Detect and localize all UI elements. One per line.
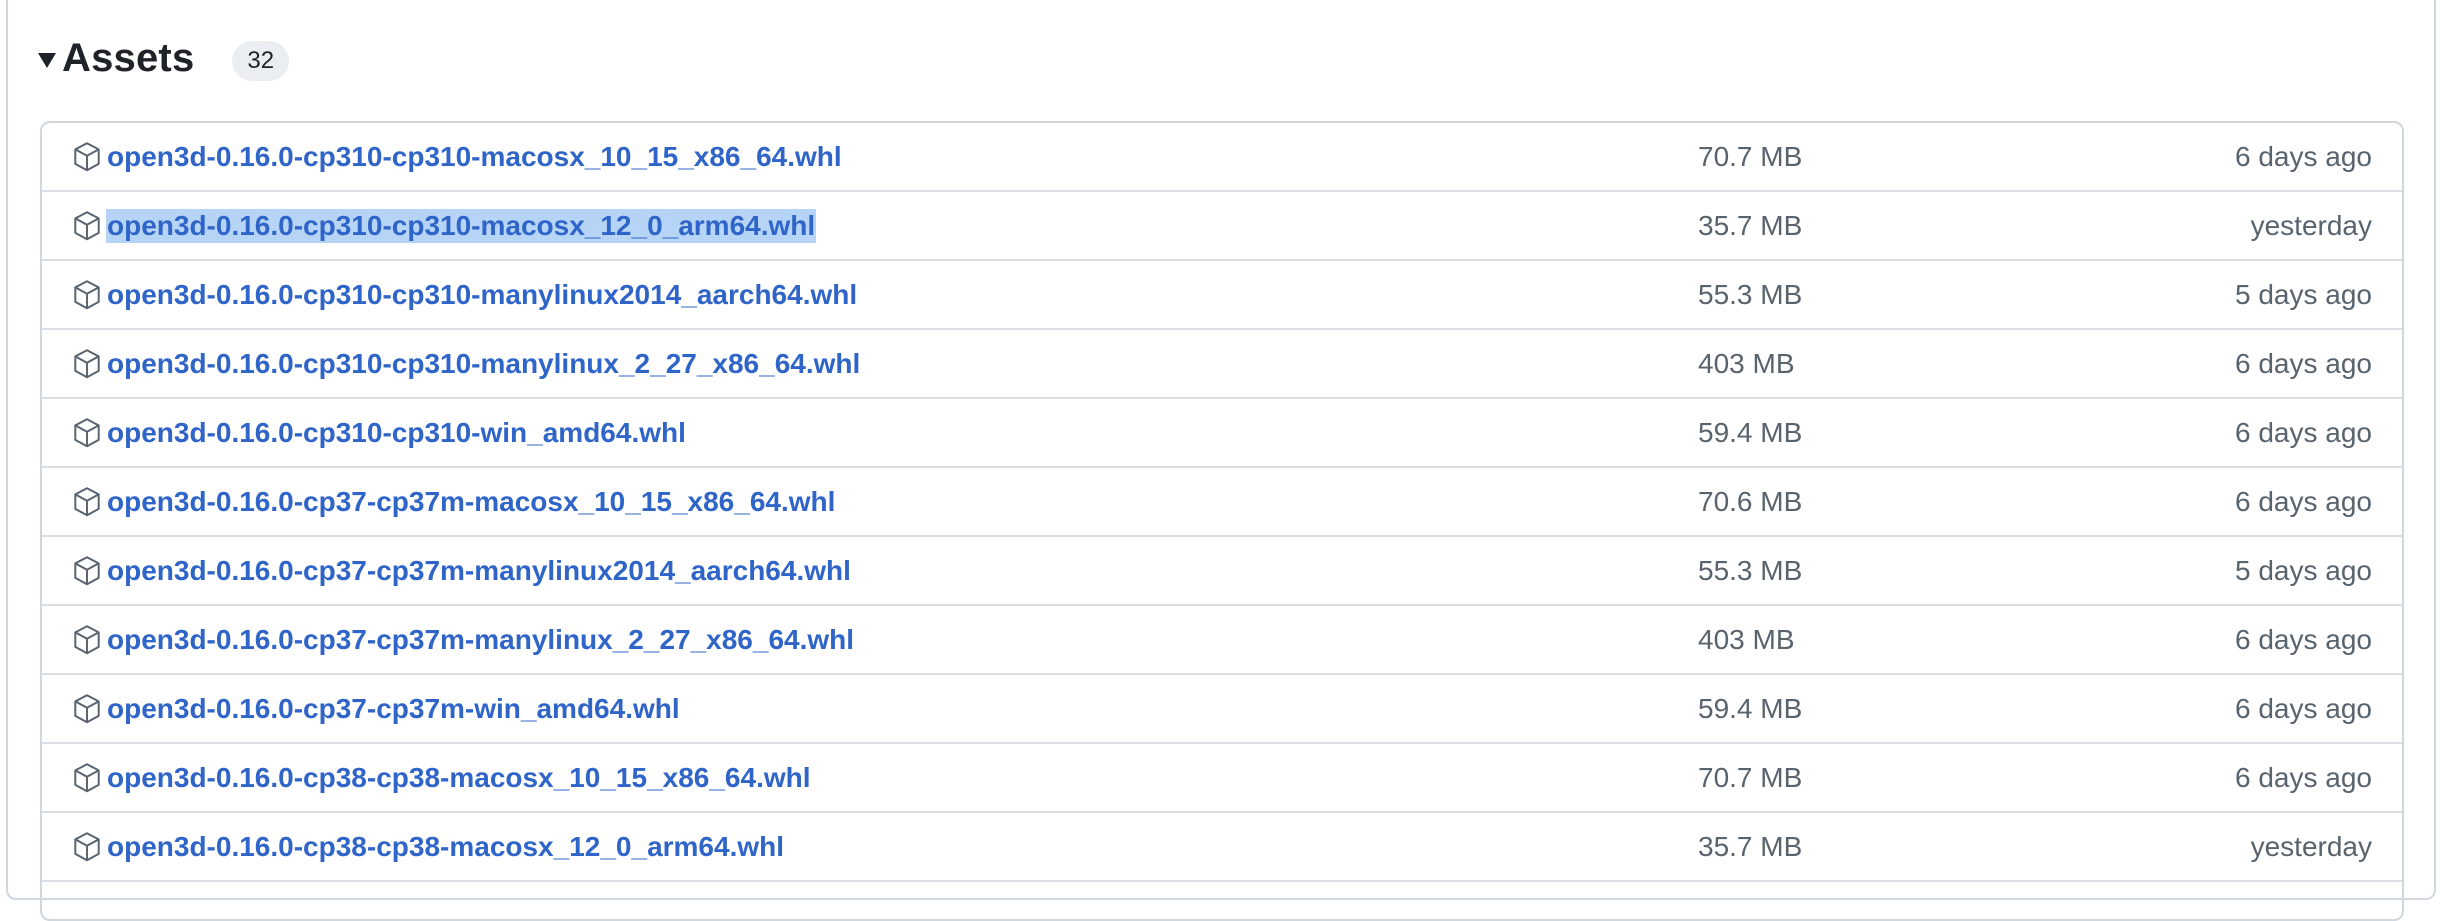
asset-row: open3d-0.16.0-cp310-cp310-macosx_10_15_x… <box>42 123 2402 192</box>
asset-size: 70.6 MB <box>1698 485 1803 517</box>
package-icon <box>72 693 102 725</box>
asset-link[interactable]: open3d-0.16.0-cp310-cp310-macosx_10_15_x… <box>106 140 843 174</box>
asset-row: open3d-0.16.0-cp37-cp37m-manylinux2014_a… <box>42 537 2402 606</box>
asset-row: open3d-0.16.0-cp310-cp310-manylinux_2_27… <box>42 330 2402 399</box>
assets-count-badge: 32 <box>232 41 290 81</box>
package-icon <box>72 210 102 242</box>
asset-size: 35.7 MB <box>1698 830 1803 862</box>
asset-row: open3d-0.16.0-cp38-cp38-macosx_10_15_x86… <box>42 744 2402 813</box>
asset-link[interactable]: open3d-0.16.0-cp310-cp310-manylinux2014_… <box>106 278 858 312</box>
asset-size: 70.7 MB <box>1698 761 1803 793</box>
asset-row: open3d-0.16.0-cp37-cp37m-win_amd64.whl 59… <box>42 675 2402 744</box>
asset-link[interactable]: open3d-0.16.0-cp310-cp310-macosx_12_0_ar… <box>106 208 817 243</box>
asset-row: open3d-0.16.0-cp310-cp310-win_amd64.whl 5… <box>42 399 2402 468</box>
asset-row: open3d-0.16.0-cp37-cp37m-macosx_10_15_x8… <box>42 468 2402 537</box>
package-icon <box>72 348 102 380</box>
asset-row: open3d-0.16.0-cp310-cp310-manylinux2014_… <box>42 261 2402 330</box>
asset-link[interactable]: open3d-0.16.0-cp310-cp310-win_amd64.whl <box>106 416 687 450</box>
asset-link[interactable]: open3d-0.16.0-cp38-cp38-macosx_12_0_arm6… <box>106 830 785 864</box>
package-icon <box>72 486 102 518</box>
triangle-down-icon[interactable] <box>38 52 56 68</box>
assets-list: open3d-0.16.0-cp310-cp310-macosx_10_15_x… <box>40 121 2404 921</box>
asset-date: 6 days ago <box>2235 623 2372 655</box>
asset-link[interactable]: open3d-0.16.0-cp38-cp38-macosx_10_15_x86… <box>106 761 812 795</box>
asset-link[interactable]: open3d-0.16.0-cp37-cp37m-manylinux2014_a… <box>106 554 852 588</box>
asset-date: 6 days ago <box>2235 347 2372 379</box>
package-icon <box>72 624 102 656</box>
asset-size: 403 MB <box>1698 623 1795 655</box>
asset-link[interactable]: open3d-0.16.0-cp37-cp37m-manylinux_2_27_… <box>106 623 855 657</box>
asset-date: 6 days ago <box>2235 692 2372 724</box>
asset-link[interactable]: open3d-0.16.0-cp310-cp310-manylinux_2_27… <box>106 347 861 381</box>
asset-date: 5 days ago <box>2235 278 2372 310</box>
asset-size: 55.3 MB <box>1698 278 1803 310</box>
package-icon <box>72 831 102 863</box>
package-icon <box>72 141 102 173</box>
asset-row: open3d-0.16.0-cp37-cp37m-manylinux_2_27_… <box>42 606 2402 675</box>
asset-size: 70.7 MB <box>1698 140 1803 172</box>
asset-date: 6 days ago <box>2235 761 2372 793</box>
asset-date: yesterday <box>2250 830 2372 862</box>
package-icon <box>72 279 102 311</box>
asset-size: 59.4 MB <box>1698 692 1803 724</box>
asset-link[interactable]: open3d-0.16.0-cp37-cp37m-macosx_10_15_x8… <box>106 485 836 519</box>
asset-row: open3d-0.16.0-cp38-cp38-macosx_12_0_arm6… <box>42 813 2402 882</box>
package-icon <box>72 555 102 587</box>
asset-date: 6 days ago <box>2235 140 2372 172</box>
package-icon <box>72 417 102 449</box>
asset-size: 403 MB <box>1698 347 1795 379</box>
asset-size: 35.7 MB <box>1698 209 1803 241</box>
asset-date: yesterday <box>2250 209 2372 241</box>
asset-date: 5 days ago <box>2235 554 2372 586</box>
asset-link[interactable]: open3d-0.16.0-cp37-cp37m-win_amd64.whl <box>106 692 681 726</box>
package-icon <box>72 762 102 794</box>
asset-size: 55.3 MB <box>1698 554 1803 586</box>
assets-title[interactable]: Assets <box>62 36 194 81</box>
asset-row: open3d-0.16.0-cp310-cp310-macosx_12_0_ar… <box>42 192 2402 261</box>
assets-header[interactable]: Assets 32 <box>38 28 290 88</box>
asset-date: 6 days ago <box>2235 416 2372 448</box>
asset-date: 6 days ago <box>2235 485 2372 517</box>
asset-size: 59.4 MB <box>1698 416 1803 448</box>
